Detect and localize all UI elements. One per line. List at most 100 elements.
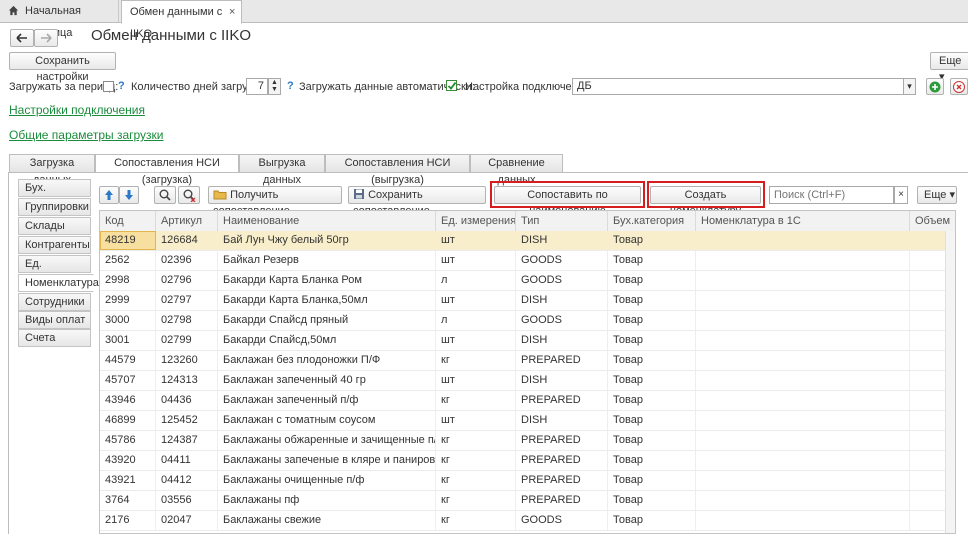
cell-acc-category[interactable]: Товар: [608, 391, 696, 410]
cell-unit[interactable]: шт: [436, 411, 516, 430]
cell-code[interactable]: 2998: [100, 271, 156, 290]
side-tab-units[interactable]: Ед. измерения: [18, 255, 91, 287]
cell-type[interactable]: PREPARED: [516, 491, 608, 510]
conn-setting-field[interactable]: ДБ: [572, 78, 904, 95]
cell-unit[interactable]: л: [436, 271, 516, 290]
cell-name[interactable]: Баклажаны пф: [218, 491, 436, 510]
table-row[interactable]: 3001 02799 Бакарди Спайсд,50мл шт DISH Товар: [100, 331, 955, 351]
cell-name[interactable]: Бай Лун Чжу белый 50гр: [218, 231, 436, 250]
table-row[interactable]: 43920 04411 Баклажаны запеченые в кляре и …: [100, 451, 955, 471]
auto-load-checkbox[interactable]: [446, 80, 457, 91]
create-nomenclature-button[interactable]: Создать номенклатуру: [650, 186, 761, 217]
cell-article[interactable]: 124313: [156, 371, 218, 390]
cell-type[interactable]: PREPARED: [516, 451, 608, 470]
tab-nsi-mapping-load[interactable]: Сопоставления НСИ (загрузка): [95, 154, 239, 186]
cell-type[interactable]: DISH: [516, 231, 608, 250]
cell-name[interactable]: Баклажаны запеченые в кляре и панировке …: [218, 451, 436, 470]
cell-type[interactable]: PREPARED: [516, 431, 608, 450]
cell-acc-category[interactable]: Товар: [608, 451, 696, 470]
cell-article[interactable]: 04436: [156, 391, 218, 410]
table-row[interactable]: 2562 02396 Байкал Резерв шт GOODS Товар: [100, 251, 955, 271]
cell-type[interactable]: GOODS: [516, 511, 608, 530]
table-row[interactable]: 43946 04436 Баклажан запеченный п/ф кг PREPA…: [100, 391, 955, 411]
close-icon[interactable]: ×: [229, 1, 235, 23]
side-tab-groupings[interactable]: Группировки: [18, 198, 91, 216]
cell-name[interactable]: Баклажан запеченный п/ф: [218, 391, 436, 410]
cell-code[interactable]: 2999: [100, 291, 156, 310]
side-tab-payment-types[interactable]: Виды оплат: [18, 311, 91, 329]
cell-name[interactable]: Баклажан с томатным соусом: [218, 411, 436, 430]
cell-unit[interactable]: кг: [436, 431, 516, 450]
cell-nomenclature-1c[interactable]: [696, 231, 910, 250]
cell-name[interactable]: Бакарди Спайсд пряный: [218, 311, 436, 330]
vertical-scrollbar[interactable]: [945, 231, 955, 533]
cell-code[interactable]: 43946: [100, 391, 156, 410]
cell-article[interactable]: 126684: [156, 231, 218, 250]
cell-code[interactable]: 3001: [100, 331, 156, 350]
cell-code[interactable]: 48219: [100, 231, 156, 250]
cell-name[interactable]: Баклажаны свежие: [218, 511, 436, 530]
table-row[interactable]: 2999 02797 Бакарди Карта Бланка,50мл шт DISH…: [100, 291, 955, 311]
cell-nomenclature-1c[interactable]: [696, 371, 910, 390]
tab-iiko-exchange[interactable]: Обмен данными с IIKO ×: [121, 0, 242, 40]
search-input[interactable]: [769, 186, 894, 204]
cell-name[interactable]: Баклажан запеченный 40 гр: [218, 371, 436, 390]
col-header-article[interactable]: Артикул: [156, 211, 218, 231]
tab-data-load[interactable]: Загрузка данных: [9, 154, 95, 186]
cell-acc-category[interactable]: Товар: [608, 331, 696, 350]
save-mapping-button[interactable]: Сохранить сопоставление: [348, 186, 486, 217]
cell-code[interactable]: 45707: [100, 371, 156, 390]
col-header-nomenclature-1c[interactable]: Номенклатура в 1С: [696, 211, 910, 231]
help-icon[interactable]: ?: [287, 80, 294, 92]
stepper-up-icon[interactable]: ▲: [269, 79, 280, 86]
cell-acc-category[interactable]: Товар: [608, 431, 696, 450]
cell-name[interactable]: Бакарди Карта Бланка,50мл: [218, 291, 436, 310]
cell-type[interactable]: GOODS: [516, 271, 608, 290]
cell-code[interactable]: 45786: [100, 431, 156, 450]
cell-code[interactable]: 3000: [100, 311, 156, 330]
days-stepper[interactable]: ▲ ▼: [268, 78, 281, 95]
table-row[interactable]: 2176 02047 Баклажаны свежие кг GOODS Товар: [100, 511, 955, 531]
table-row[interactable]: 44579 123260 Баклажан без плодоножки П/Ф кг…: [100, 351, 955, 371]
cell-type[interactable]: DISH: [516, 331, 608, 350]
cell-code[interactable]: 2176: [100, 511, 156, 530]
side-tab-counterparties[interactable]: Контрагенты: [18, 236, 91, 254]
cell-article[interactable]: 02396: [156, 251, 218, 270]
cell-article[interactable]: 03556: [156, 491, 218, 510]
cell-nomenclature-1c[interactable]: [696, 311, 910, 330]
cell-article[interactable]: 04412: [156, 471, 218, 490]
cell-unit[interactable]: кг: [436, 511, 516, 530]
cell-nomenclature-1c[interactable]: [696, 351, 910, 370]
cell-code[interactable]: 46899: [100, 411, 156, 430]
search-button[interactable]: [154, 186, 176, 204]
cell-type[interactable]: PREPARED: [516, 351, 608, 370]
cell-type[interactable]: PREPARED: [516, 391, 608, 410]
side-tab-nomenclature[interactable]: Номенклатура: [18, 274, 99, 292]
col-header-type[interactable]: Тип: [516, 211, 608, 231]
col-header-volume[interactable]: Объем: [910, 211, 955, 231]
cell-nomenclature-1c[interactable]: [696, 391, 910, 410]
cell-code[interactable]: 43921: [100, 471, 156, 490]
cell-article[interactable]: 02047: [156, 511, 218, 530]
cell-nomenclature-1c[interactable]: [696, 491, 910, 510]
cell-code[interactable]: 2562: [100, 251, 156, 270]
cell-unit[interactable]: кг: [436, 491, 516, 510]
side-tab-acc-categories[interactable]: Бух. категории: [18, 179, 91, 211]
cell-unit[interactable]: кг: [436, 391, 516, 410]
tab-home[interactable]: Начальная страница: [0, 0, 119, 39]
table-row[interactable]: 43921 04412 Баклажаны очищенные п/ф кг PREPA…: [100, 471, 955, 491]
dropdown-button[interactable]: ▾: [903, 78, 916, 95]
cell-nomenclature-1c[interactable]: [696, 451, 910, 470]
clear-search-x[interactable]: ×: [894, 186, 908, 204]
cell-type[interactable]: GOODS: [516, 311, 608, 330]
table-row[interactable]: 46899 125452 Баклажан с томатным соусом шт D…: [100, 411, 955, 431]
cell-name[interactable]: Байкал Резерв: [218, 251, 436, 270]
cell-acc-category[interactable]: Товар: [608, 351, 696, 370]
conn-settings-link[interactable]: Настройки подключения: [9, 103, 145, 117]
cell-acc-category[interactable]: Товар: [608, 291, 696, 310]
cell-article[interactable]: 02799: [156, 331, 218, 350]
cell-nomenclature-1c[interactable]: [696, 331, 910, 350]
cell-acc-category[interactable]: Товар: [608, 371, 696, 390]
cell-acc-category[interactable]: Товар: [608, 511, 696, 530]
col-header-unit[interactable]: Ед. измерения: [436, 211, 516, 231]
